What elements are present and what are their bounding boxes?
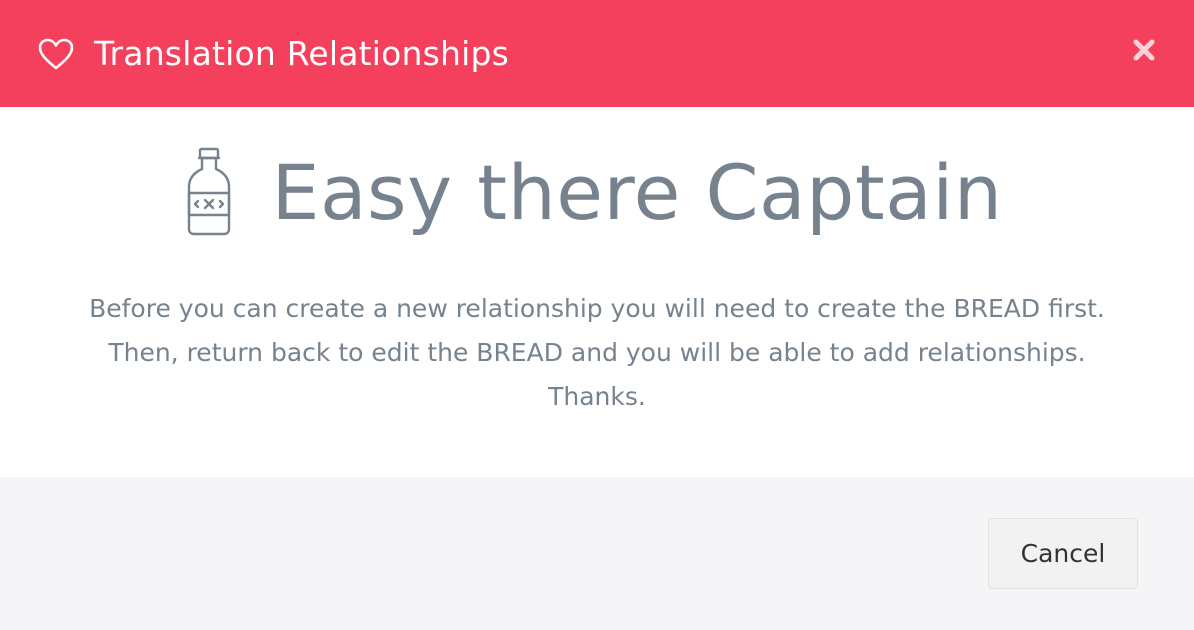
message: Before you can create a new relationship… xyxy=(0,287,1194,419)
poison-bottle-icon xyxy=(181,147,237,237)
modal-footer: Cancel xyxy=(0,477,1194,630)
heart-outline-icon xyxy=(38,38,74,70)
message-line: Thanks. xyxy=(548,382,646,411)
message-line: Before you can create a new relationship… xyxy=(89,294,1105,323)
headline-text: Easy there Captain xyxy=(271,147,1003,237)
message-line: Then, return back to edit the BREAD and … xyxy=(108,338,1086,367)
close-icon xyxy=(1132,38,1156,66)
modal-header: Translation Relationships xyxy=(0,0,1194,107)
headline: Easy there Captain xyxy=(0,147,1194,237)
cancel-button[interactable]: Cancel xyxy=(988,518,1138,589)
relationship-modal: Translation Relationships Easy there Cap… xyxy=(0,0,1194,630)
close-button[interactable] xyxy=(1130,38,1158,66)
modal-body: Easy there Captain Before you can create… xyxy=(0,107,1194,477)
modal-title: Translation Relationships xyxy=(94,34,510,73)
